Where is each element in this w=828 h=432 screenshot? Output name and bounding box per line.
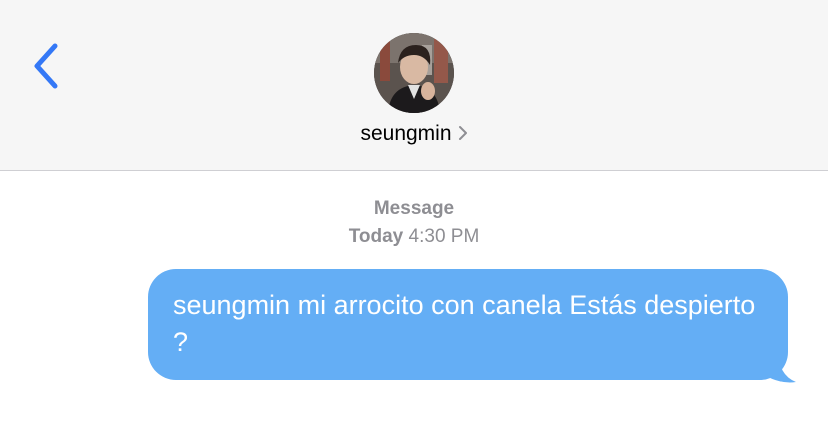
chevron-left-icon xyxy=(34,43,58,89)
contact-name: seungmin xyxy=(360,122,452,145)
back-button[interactable] xyxy=(28,40,68,92)
message-text: seungmin mi arrocito con canela Estás de… xyxy=(173,290,756,357)
timestamp-day: Today xyxy=(348,226,404,247)
contact-name-button[interactable]: seungmin xyxy=(0,122,828,146)
chevron-right-icon xyxy=(458,125,467,140)
service-label: Message xyxy=(373,198,455,219)
avatar[interactable] xyxy=(374,33,454,113)
outgoing-message[interactable]: seungmin mi arrocito con canela Estás de… xyxy=(148,269,798,383)
timestamp: Today 4:30 PM xyxy=(0,226,828,248)
message-bubble: seungmin mi arrocito con canela Estás de… xyxy=(148,269,788,380)
conversation-header: seungmin xyxy=(0,0,828,171)
avatar-photo xyxy=(374,33,454,113)
timestamp-time: 4:30 PM xyxy=(408,226,480,247)
